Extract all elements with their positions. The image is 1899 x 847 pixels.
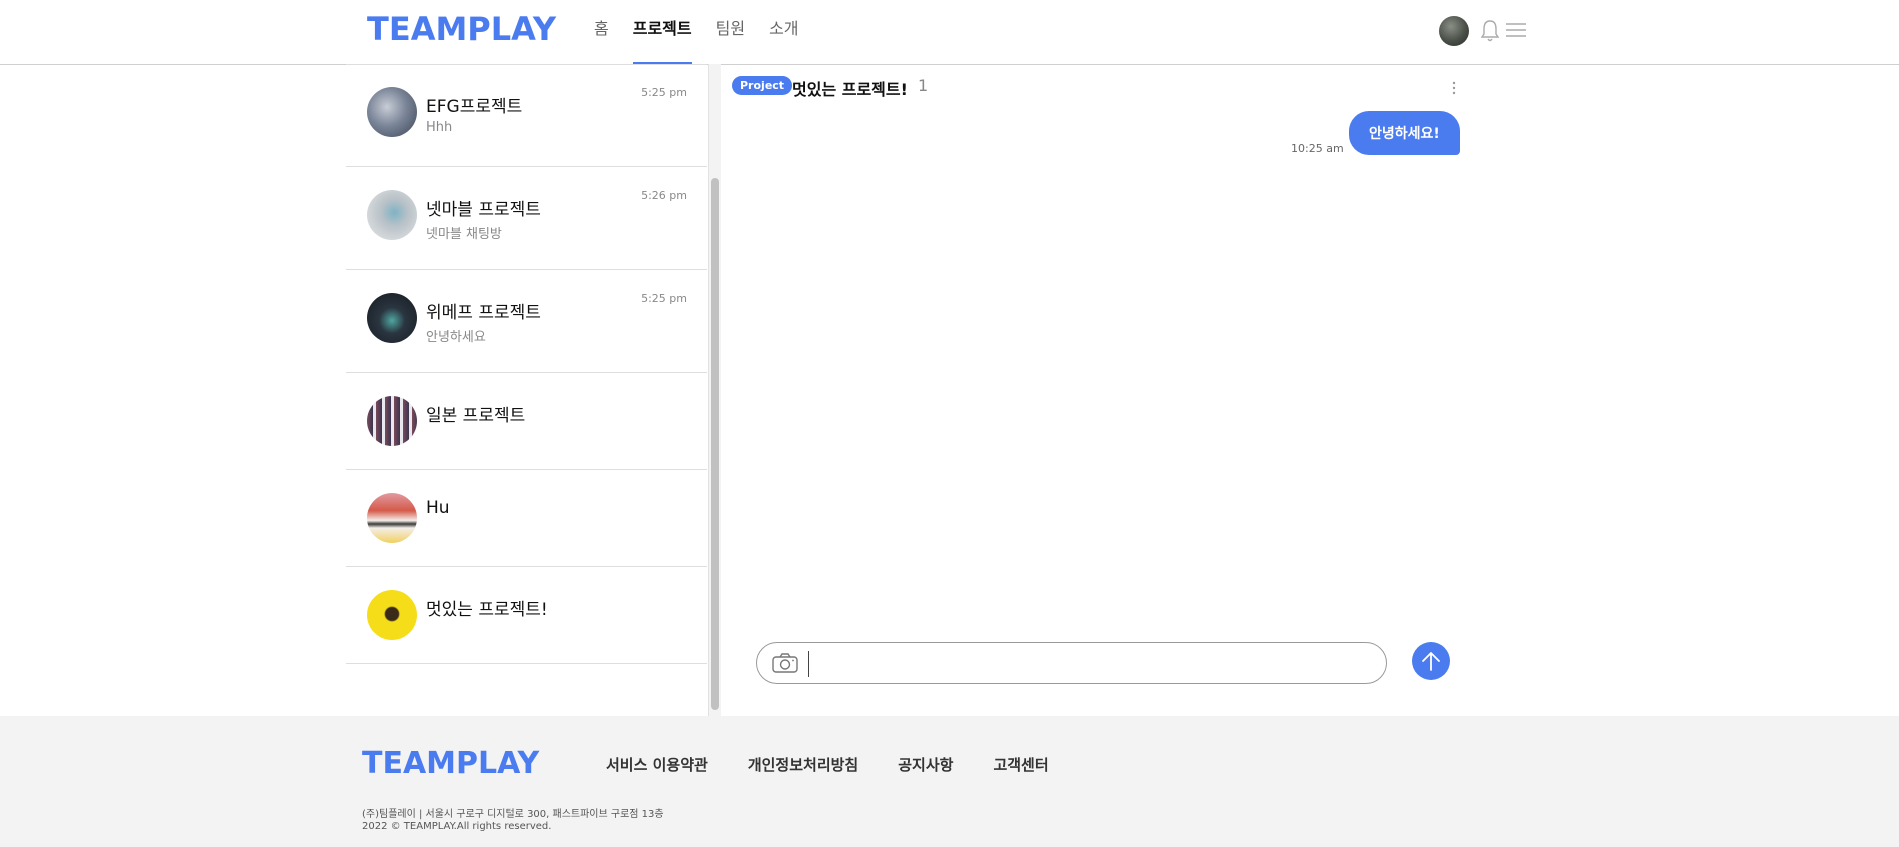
room-time: 5:25 pm <box>641 86 687 99</box>
footer-link-notice[interactable]: 공지사항 <box>898 754 953 775</box>
room-avatar <box>367 293 417 343</box>
user-avatar[interactable] <box>1439 16 1469 46</box>
room-last-message: 넷마블 채팅방 <box>426 227 502 242</box>
room-name: 일본 프로젝트 <box>426 406 526 426</box>
camera-icon[interactable] <box>772 653 798 677</box>
room-avatar <box>367 87 417 137</box>
scrollbar-thumb[interactable] <box>711 178 719 710</box>
footer-address: (주)팀플레이 | 서울시 구로구 디지털로 300, 패스트파이브 구로점 1… <box>362 809 664 820</box>
arrow-up-icon <box>1422 652 1440 671</box>
room-last-message: 안녕하세요 <box>426 330 486 345</box>
room-name: 넷마블 프로젝트 <box>426 200 541 220</box>
project-badge: Project <box>732 76 793 95</box>
chat-room-item[interactable]: 위메프 프로젝트 안녕하세요 5:25 pm <box>346 270 707 373</box>
menu-icon[interactable] <box>1505 22 1527 44</box>
send-button[interactable] <box>1412 642 1450 680</box>
chat-room-item[interactable]: EFG프로젝트 Hhh 5:25 pm <box>346 64 707 167</box>
room-avatar <box>367 396 417 446</box>
room-time: 5:26 pm <box>641 189 687 202</box>
chat-room-list[interactable]: ㅎㅎ EFG프로젝트 Hhh 5:25 pm 넷마블 프로젝트 넷마블 채팅방 … <box>346 64 708 716</box>
message-input-box <box>756 642 1387 684</box>
sidebar-scrollbar[interactable] <box>708 64 721 716</box>
room-avatar <box>367 590 417 640</box>
room-avatar <box>367 493 417 543</box>
room-name: Hu <box>426 498 450 518</box>
top-header: TEAMPLAY 홈 프로젝트 팀원 소개 <box>0 0 1899 65</box>
chat-panel: Project 멋있는 프로젝트! 1 10:25 am 안녕하세요! <box>721 64 1899 716</box>
bell-icon[interactable] <box>1480 19 1500 47</box>
footer-copyright: 2022 © TEAMPLAY.All rights reserved. <box>362 821 552 832</box>
chat-room-item[interactable]: 멋있는 프로젝트! <box>346 567 707 664</box>
room-time: 5:25 pm <box>641 292 687 305</box>
room-name: 위메프 프로젝트 <box>426 303 541 323</box>
main-nav: 홈 프로젝트 팀원 소개 <box>594 0 823 64</box>
my-message-bubble: 안녕하세요! <box>1349 111 1460 155</box>
footer-link-privacy[interactable]: 개인정보처리방침 <box>748 754 858 775</box>
footer-link-terms[interactable]: 서비스 이용약관 <box>606 754 708 775</box>
room-last-message: Hhh <box>426 120 453 135</box>
room-name: EFG프로젝트 <box>426 97 523 117</box>
chat-room-item[interactable]: Hu <box>346 470 707 567</box>
chat-room-item[interactable]: 일본 프로젝트 <box>346 373 707 470</box>
footer-links: 서비스 이용약관 개인정보처리방침 공지사항 고객센터 <box>606 754 1089 775</box>
header-logo[interactable]: TEAMPLAY <box>367 10 556 48</box>
nav-item-project[interactable]: 프로젝트 <box>632 0 692 64</box>
chat-room-item[interactable]: 넷마블 프로젝트 넷마블 채팅방 5:26 pm <box>346 167 707 270</box>
footer-logo[interactable]: TEAMPLAY <box>362 746 539 781</box>
room-name: 멋있는 프로젝트! <box>426 600 548 620</box>
more-options-icon[interactable] <box>1452 80 1456 99</box>
message-input[interactable] <box>808 651 1375 677</box>
nav-item-about[interactable]: 소개 <box>769 0 798 64</box>
footer-link-support[interactable]: 고객센터 <box>993 754 1048 775</box>
nav-item-home[interactable]: 홈 <box>594 0 609 64</box>
room-avatar <box>367 190 417 240</box>
message-time: 10:25 am <box>1291 142 1344 155</box>
page-footer: TEAMPLAY 서비스 이용약관 개인정보처리방침 공지사항 고객센터 (주)… <box>0 716 1899 847</box>
chat-room-title: 멋있는 프로젝트! <box>792 80 908 99</box>
member-count: 1 <box>918 76 929 95</box>
nav-item-team[interactable]: 팀원 <box>716 0 745 64</box>
footer-company-info: (주)팀플레이 | 서울시 구로구 디지털로 300, 패스트파이브 구로점 1… <box>362 809 664 833</box>
